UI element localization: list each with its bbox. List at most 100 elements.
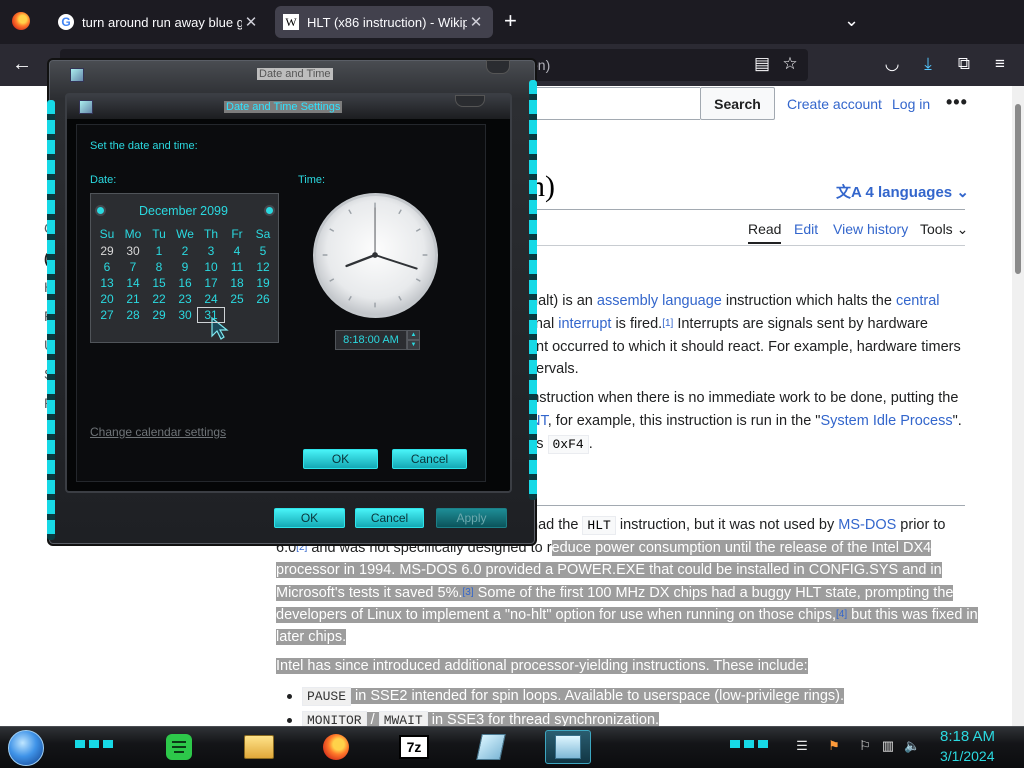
calendar-day[interactable]: 22 xyxy=(146,292,172,306)
calendar-day[interactable]: 29 xyxy=(146,308,172,322)
calendar-day[interactable]: 12 xyxy=(250,260,276,274)
tab-google-search[interactable]: G turn around run away blue gho ✕ xyxy=(50,6,268,38)
calendar-day[interactable]: 10 xyxy=(198,260,224,274)
list-all-tabs-button[interactable]: ⌄ xyxy=(844,10,859,31)
selected-text: processor in 1994. MS-DOS 6.0 provided a… xyxy=(276,562,942,578)
page-scrollbar-thumb[interactable] xyxy=(1015,104,1021,274)
calendar-day[interactable]: 21 xyxy=(120,292,146,306)
change-calendar-settings-link[interactable]: Change calendar settings xyxy=(90,425,226,439)
outer-apply-button[interactable]: Apply xyxy=(436,508,507,528)
calendar-month-header[interactable]: December 2099 xyxy=(139,204,228,218)
show-hidden-icons-icon[interactable]: ☰ xyxy=(794,738,810,754)
reader-view-icon[interactable]: ▤ xyxy=(752,54,772,74)
taskbar-date-time[interactable] xyxy=(545,730,591,764)
calendar-weekday-header: Fr xyxy=(231,227,243,241)
tablet-icon xyxy=(476,734,506,760)
citation-link[interactable]: [4] xyxy=(836,609,847,620)
bookmark-star-icon[interactable]: ☆ xyxy=(780,54,800,74)
taskbar-tablet-app[interactable] xyxy=(468,730,514,764)
taskbar-7zip[interactable]: 7z xyxy=(391,730,437,764)
start-button[interactable] xyxy=(8,730,44,766)
taskbar-firefox[interactable] xyxy=(313,730,359,764)
close-dialog-button[interactable] xyxy=(455,95,485,107)
notification-app-icon[interactable]: ⚑ xyxy=(826,738,842,754)
calendar-day[interactable]: 8 xyxy=(146,260,172,274)
link-ms-dos[interactable]: MS-DOS xyxy=(838,517,896,533)
calendar-day[interactable]: 3 xyxy=(198,244,224,258)
calendar-day[interactable]: 20 xyxy=(94,292,120,306)
settings-ok-button[interactable]: OK xyxy=(303,449,378,469)
calendar-day[interactable]: 6 xyxy=(94,260,120,274)
calendar-day[interactable]: 31 xyxy=(197,307,225,323)
network-icon[interactable]: ▥ xyxy=(880,738,896,754)
tab-wikipedia-hlt[interactable]: W HLT (x86 instruction) - Wikiped ✕ xyxy=(275,6,493,38)
tab-read[interactable]: Read xyxy=(748,221,782,244)
calendar-day[interactable]: 30 xyxy=(120,244,146,258)
taskbar-notes-app[interactable] xyxy=(156,730,202,764)
time-input[interactable]: 8:18:00 AM xyxy=(335,330,407,350)
calendar-day[interactable]: 7 xyxy=(120,260,146,274)
calendar-day[interactable]: 17 xyxy=(198,276,224,290)
calendar-day[interactable]: 26 xyxy=(250,292,276,306)
new-tab-button[interactable]: + xyxy=(504,10,517,32)
calendar-day[interactable]: 29 xyxy=(94,244,120,258)
calendar-day[interactable]: 28 xyxy=(120,308,146,322)
taskbar-clock-date[interactable]: 3/1/2024 xyxy=(940,748,995,764)
calendar-day[interactable]: 13 xyxy=(94,276,120,290)
volume-icon[interactable]: 🔈 xyxy=(904,738,920,754)
time-down-arrow-icon[interactable]: ▼ xyxy=(407,340,420,350)
link-central[interactable]: central xyxy=(896,293,940,309)
settings-cancel-button[interactable]: Cancel xyxy=(392,449,467,469)
citation-link[interactable]: [3] xyxy=(463,587,474,598)
time-up-arrow-icon[interactable]: ▲ xyxy=(407,330,420,340)
download-icon[interactable]: ⤓ xyxy=(918,54,938,74)
calendar-day[interactable]: 9 xyxy=(172,260,198,274)
clock-tick xyxy=(348,209,352,215)
wiki-search-input[interactable] xyxy=(530,87,700,120)
next-month-icon[interactable] xyxy=(266,207,273,214)
text: but this was fixed in xyxy=(847,607,978,623)
calendar-day[interactable]: 15 xyxy=(146,276,172,290)
calendar-day[interactable]: 1 xyxy=(146,244,172,258)
tab-tools[interactable]: Tools ⌄ xyxy=(920,221,968,238)
calendar-day[interactable]: 30 xyxy=(172,308,198,322)
log-in-link[interactable]: Log in xyxy=(892,96,930,112)
previous-month-icon[interactable] xyxy=(97,207,104,214)
create-account-link[interactable]: Create account xyxy=(787,96,882,112)
tab-view-history[interactable]: View history xyxy=(833,221,908,237)
calendar-day[interactable]: 23 xyxy=(172,292,198,306)
outer-ok-button[interactable]: OK xyxy=(274,508,345,528)
taskbar-file-explorer[interactable] xyxy=(236,730,282,764)
pocket-icon[interactable]: ◡ xyxy=(882,54,902,74)
calendar-day[interactable]: 27 xyxy=(94,308,120,322)
article-line: instruction when there is no immediate w… xyxy=(528,390,959,406)
taskbar-clock-time[interactable]: 8:18 AM xyxy=(940,728,995,745)
calendar-day[interactable]: 11 xyxy=(224,260,250,274)
close-tab-icon[interactable]: ✕ xyxy=(467,13,485,31)
calendar-day[interactable]: 14 xyxy=(120,276,146,290)
calendar-day[interactable]: 5 xyxy=(250,244,276,258)
action-center-flag-icon[interactable]: ⚐ xyxy=(857,738,873,754)
calendar-day[interactable]: 16 xyxy=(172,276,198,290)
calendar-day[interactable]: 2 xyxy=(172,244,198,258)
citation-link[interactable]: [1] xyxy=(662,318,673,329)
close-tab-icon[interactable]: ✕ xyxy=(242,13,260,31)
calendar-day[interactable]: 18 xyxy=(224,276,250,290)
link-system-idle-process[interactable]: System Idle Process xyxy=(820,413,952,429)
calendar-day[interactable]: 19 xyxy=(250,276,276,290)
extensions-icon[interactable]: ⧉ xyxy=(954,54,974,74)
calendar-day[interactable]: 4 xyxy=(224,244,250,258)
more-options-icon[interactable]: ••• xyxy=(946,92,968,113)
outer-cancel-button[interactable]: Cancel xyxy=(355,508,424,528)
firefox-menu-icon[interactable] xyxy=(12,12,30,30)
close-dialog-button[interactable] xyxy=(486,60,510,74)
tab-edit[interactable]: Edit xyxy=(794,221,818,237)
wiki-search-button[interactable]: Search xyxy=(700,87,775,120)
hamburger-menu-icon[interactable]: ≡ xyxy=(990,54,1010,74)
calendar-day[interactable]: 24 xyxy=(198,292,224,306)
link-assembly-language[interactable]: assembly language xyxy=(597,293,722,309)
languages-button[interactable]: 文A 4 languages ⌄ xyxy=(836,181,969,202)
link-interrupt[interactable]: interrupt xyxy=(558,316,611,332)
calendar-day[interactable]: 25 xyxy=(224,292,250,306)
back-arrow-icon[interactable]: ← xyxy=(12,53,32,76)
